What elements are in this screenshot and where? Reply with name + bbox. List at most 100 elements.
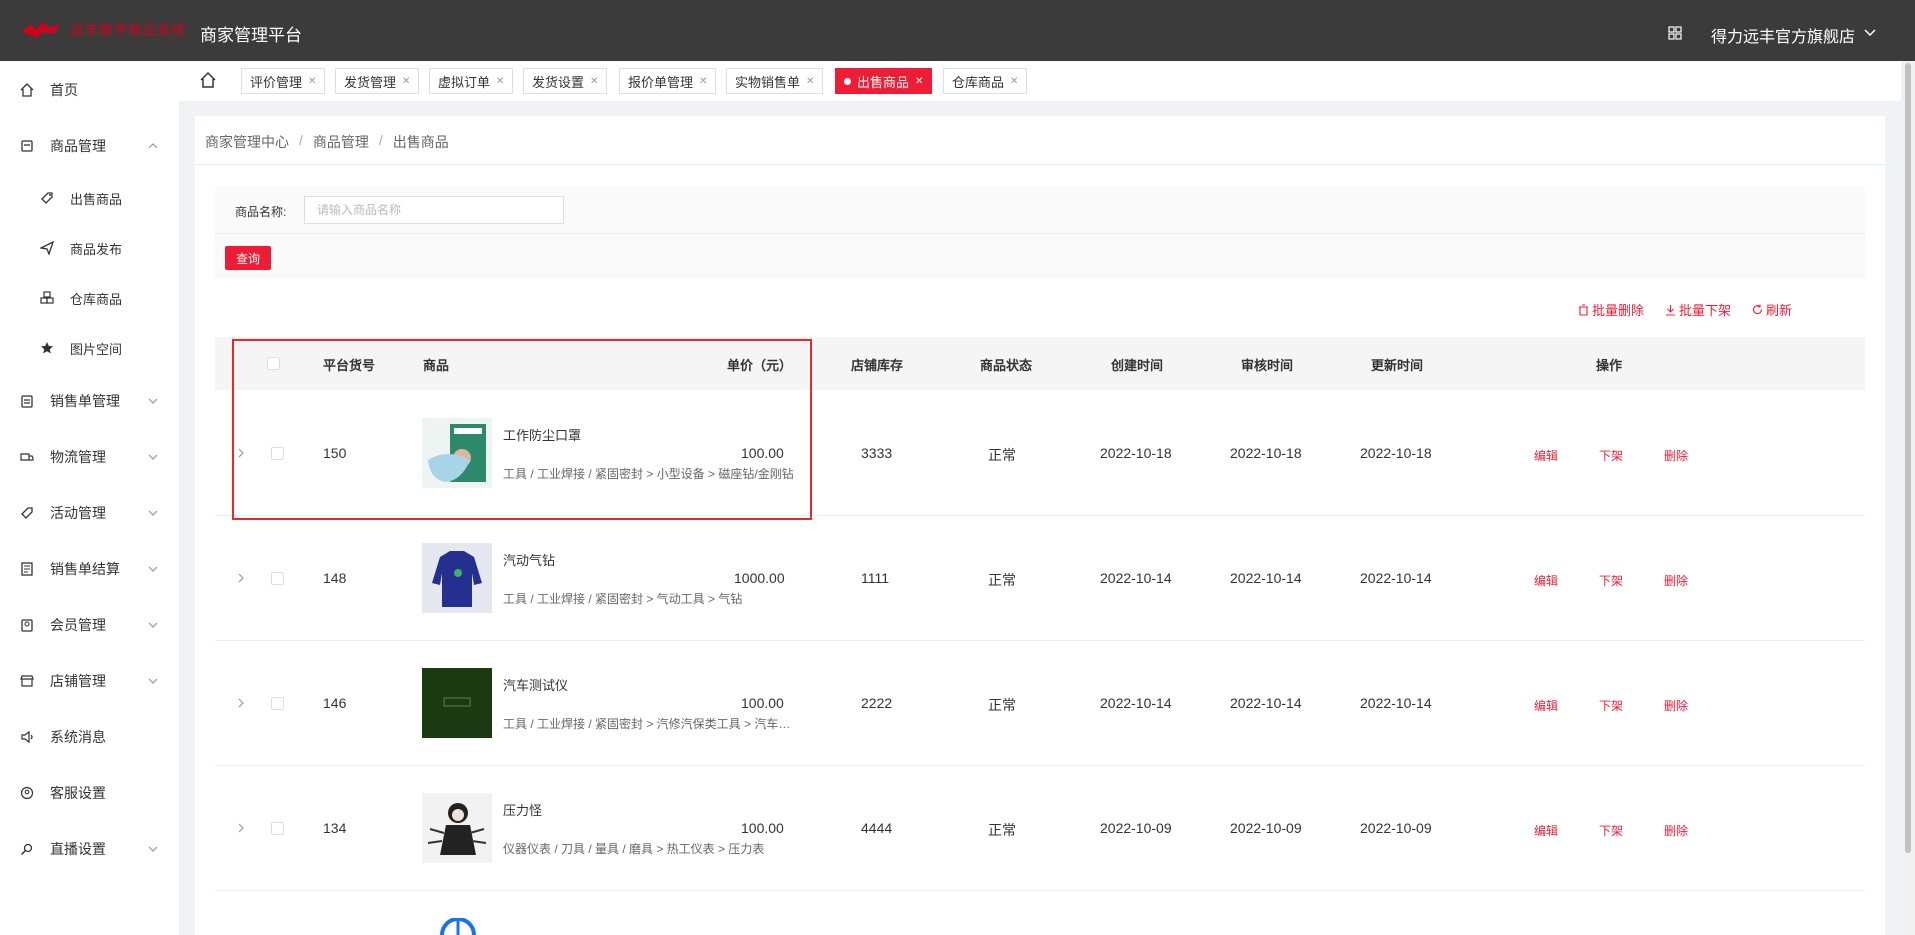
tab-quotations[interactable]: 报价单管理 ✕	[619, 68, 717, 94]
main-panel: 商家管理中心 / 商品管理 / 出售商品 商品名称: 查询 批量删除 批量下架 …	[195, 116, 1885, 935]
close-icon[interactable]: ✕	[402, 76, 410, 87]
sidebar-item-settlement[interactable]: 销售单结算	[0, 554, 179, 584]
breadcrumb-item[interactable]: 商家管理中心	[205, 132, 289, 152]
tab-shipping[interactable]: 发货管理 ✕	[335, 68, 420, 94]
sku-cell: 148	[323, 570, 347, 586]
tab-warehouse[interactable]: 仓库商品 ✕	[943, 68, 1028, 94]
chevron-right-icon[interactable]	[237, 823, 245, 833]
sidebar-item-label: 物流管理	[50, 449, 106, 465]
close-icon[interactable]: ✕	[590, 76, 598, 87]
product-thumbnail[interactable]	[422, 668, 492, 738]
product-name-input[interactable]	[304, 196, 564, 224]
sidebar-item-publish[interactable]: 商品发布	[0, 233, 179, 263]
tab-virtual-orders[interactable]: 虚拟订单 ✕	[429, 68, 514, 94]
created-cell: 2022-10-14	[1100, 570, 1172, 586]
table-row[interactable]	[215, 891, 1865, 935]
close-icon[interactable]: ✕	[806, 76, 814, 87]
sidebar-item-live[interactable]: 直播设置	[0, 834, 179, 864]
table-row[interactable]: 146 汽车测试仪 工具 / 工业焊接 / 紧固密封 > 汽修汽保类工具 > 汽…	[215, 641, 1865, 766]
table-row[interactable]: 148 汽动气钻 工具 / 工业焊接 / 紧固密封 > 气动工具 > 气钻 10…	[215, 516, 1865, 641]
product-category: 工具 / 工业焊接 / 紧固密封 > 气动工具 > 气钻	[503, 592, 743, 606]
tab-reviews[interactable]: 评价管理 ✕	[241, 68, 326, 94]
edit-button[interactable]: 编辑	[1534, 572, 1558, 589]
offshelf-button[interactable]: 下架	[1599, 572, 1623, 589]
header-updated: 更新时间	[1371, 358, 1424, 373]
truck-icon	[20, 453, 34, 461]
chevron-down-icon	[148, 846, 158, 852]
search-button[interactable]: 查询	[225, 246, 271, 270]
sidebar-item-label: 活动管理	[50, 505, 106, 521]
header-reviewed: 审核时间	[1241, 358, 1294, 373]
stock-cell: 1111	[861, 570, 890, 586]
sidebar-item-home[interactable]: 首页	[0, 75, 179, 105]
edit-button[interactable]: 编辑	[1534, 697, 1558, 714]
product-name[interactable]: 汽车测试仪	[503, 675, 568, 694]
chevron-right-icon[interactable]	[237, 573, 245, 583]
home-icon	[20, 83, 34, 97]
product-thumbnail[interactable]	[422, 543, 492, 613]
batch-delete-button[interactable]: 批量删除	[1578, 300, 1644, 319]
sidebar-item-goods[interactable]: 商品管理	[0, 131, 179, 161]
close-icon[interactable]: ✕	[1010, 76, 1018, 87]
created-cell: 2022-10-18	[1100, 445, 1172, 461]
delete-button[interactable]: 删除	[1664, 572, 1688, 589]
offshelf-button[interactable]: 下架	[1599, 447, 1623, 464]
header-status: 商品状态	[980, 358, 1033, 373]
edit-button[interactable]: 编辑	[1534, 447, 1558, 464]
sidebar-item-messages[interactable]: 系统消息	[0, 722, 179, 752]
speaker-icon	[21, 730, 33, 744]
scrollbar-thumb[interactable]	[1905, 63, 1911, 853]
chevron-down-icon[interactable]	[1864, 29, 1876, 37]
product-name[interactable]: 压力怪	[503, 800, 542, 819]
scrollbar[interactable]	[1901, 61, 1915, 935]
chevron-down-icon	[148, 454, 158, 460]
sidebar-item-activities[interactable]: 活动管理	[0, 498, 179, 528]
delete-button[interactable]: 删除	[1664, 697, 1688, 714]
shop-icon	[20, 675, 34, 687]
tag-icon	[41, 192, 53, 204]
sku-cell: 134	[323, 820, 347, 836]
tab-shipping-settings[interactable]: 发货设置 ✕	[523, 68, 608, 94]
breadcrumb-item[interactable]: 商品管理	[313, 132, 369, 152]
logo: 远丰数字商业系统	[20, 18, 186, 42]
offshelf-button[interactable]: 下架	[1599, 822, 1623, 839]
sidebar-item-customer-service[interactable]: 客服设置	[0, 778, 179, 808]
store-name[interactable]: 得力远丰官方旗舰店	[1711, 23, 1855, 47]
table-row[interactable]: 134 压力怪 仪器仪表 / 刀具 / 量具 / 磨具 > 热工仪表 > 压力表…	[215, 766, 1865, 891]
row-checkbox[interactable]	[271, 572, 284, 585]
product-thumbnail[interactable]	[422, 793, 492, 863]
sidebar-item-sales-orders[interactable]: 销售单管理	[0, 386, 179, 416]
sidebar-item-members[interactable]: 会员管理	[0, 610, 179, 640]
product-category: 仪器仪表 / 刀具 / 量具 / 磨具 > 热工仪表 > 压力表	[503, 842, 765, 856]
refresh-button[interactable]: 刷新	[1752, 300, 1792, 319]
status-cell: 正常	[988, 447, 1016, 463]
tab-on-sale[interactable]: 出售商品 ✕	[835, 68, 933, 94]
batch-offshelf-button[interactable]: 批量下架	[1665, 300, 1731, 319]
row-checkbox[interactable]	[271, 822, 284, 835]
close-icon[interactable]: ✕	[308, 76, 316, 87]
sidebar-item-logistics[interactable]: 物流管理	[0, 442, 179, 472]
sidebar-item-shop[interactable]: 店铺管理	[0, 666, 179, 696]
product-name[interactable]: 汽动气钻	[503, 550, 555, 569]
tab-physical-sales[interactable]: 实物销售单 ✕	[726, 68, 824, 94]
close-icon[interactable]: ✕	[915, 76, 923, 87]
close-icon[interactable]: ✕	[699, 76, 707, 87]
updated-cell: 2022-10-18	[1360, 445, 1432, 461]
sidebar-item-on-sale[interactable]: 出售商品	[0, 183, 179, 213]
chevron-right-icon[interactable]	[237, 698, 245, 708]
sidebar-item-images[interactable]: 图片空间	[0, 333, 179, 363]
stock-cell: 2222	[861, 695, 893, 711]
product-thumbnail[interactable]	[422, 918, 492, 935]
chevron-down-icon	[148, 566, 158, 572]
filter-panel: 商品名称: 查询	[215, 186, 1865, 279]
sidebar-item-warehouse[interactable]: 仓库商品	[0, 283, 179, 313]
offshelf-button[interactable]: 下架	[1599, 697, 1623, 714]
close-icon[interactable]: ✕	[496, 76, 504, 87]
chevron-up-icon	[148, 143, 158, 149]
qrcode-icon[interactable]	[1668, 26, 1682, 40]
row-checkbox[interactable]	[271, 697, 284, 710]
edit-button[interactable]: 编辑	[1534, 822, 1558, 839]
home-icon[interactable]	[198, 70, 218, 90]
delete-button[interactable]: 删除	[1664, 447, 1688, 464]
delete-button[interactable]: 删除	[1664, 822, 1688, 839]
